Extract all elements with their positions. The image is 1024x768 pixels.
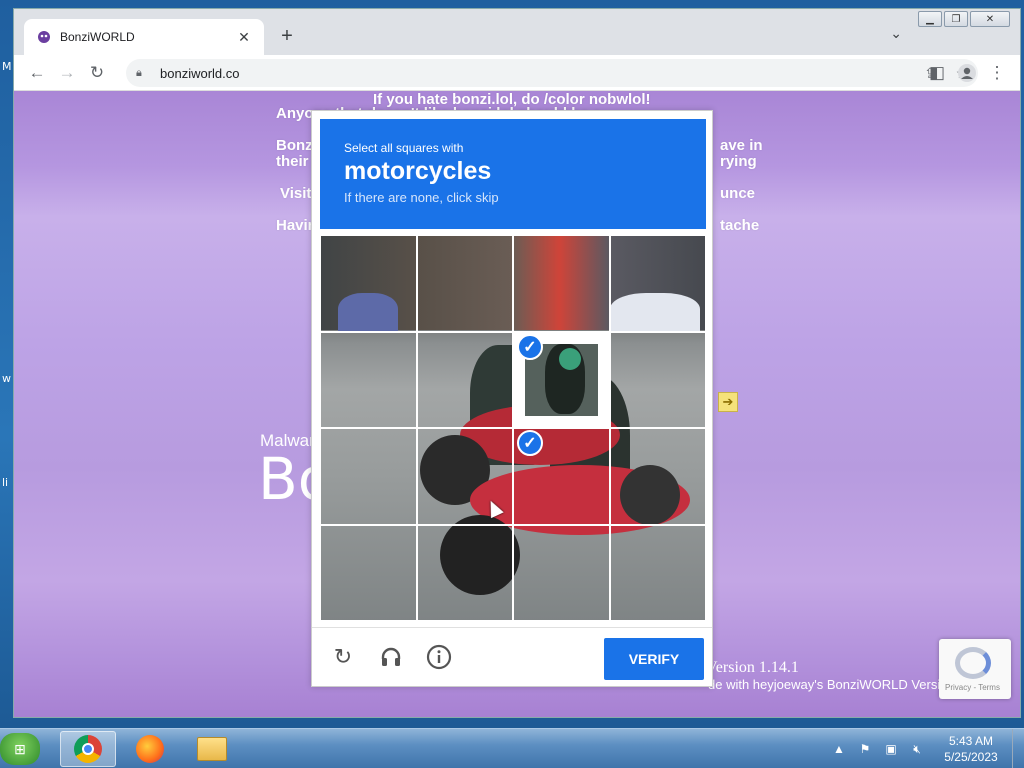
captcha-tile[interactable] [609, 428, 706, 525]
reload-challenge-icon[interactable]: ↻ [328, 642, 358, 672]
captcha-tile[interactable] [320, 428, 417, 525]
folder-icon [197, 737, 227, 761]
reload-icon[interactable]: ↻ [82, 58, 112, 88]
captcha-instruction: Select all squares with [344, 141, 464, 155]
captcha-tile[interactable] [609, 331, 706, 428]
captcha-object: motorcycles [344, 157, 492, 185]
tile-selected-check-icon: ✓ [517, 333, 543, 360]
page-text-line: ave in [720, 137, 763, 154]
recaptcha-terms[interactable]: Privacy - Terms [945, 683, 1000, 692]
tab-close-icon[interactable]: ✕ [236, 29, 252, 46]
captcha-tile[interactable] [416, 524, 513, 621]
taskbar: ⊞ ▲ ⚑ ▣ 🔇︎ 5:43 AM 5/25/2023 [0, 728, 1024, 768]
tab-bonziworld[interactable]: BonziWORLD ✕ [24, 19, 264, 55]
desktop-icon-label-fragment: w [2, 372, 11, 385]
minimize-button[interactable]: ▁ [918, 11, 942, 27]
lock-icon[interactable]: 🔒︎ [136, 67, 150, 80]
clock-date: 5/25/2023 [944, 750, 998, 764]
show-desktop-button[interactable] [1012, 729, 1024, 768]
back-arrow-icon[interactable]: ← [22, 58, 52, 88]
system-tray: ▲ ⚑ ▣ 🔇︎ 5:43 AM 5/25/2023 [826, 729, 1024, 768]
verify-button[interactable]: VERIFY [604, 638, 704, 680]
profile-avatar-icon[interactable] [952, 58, 982, 88]
taskbar-firefox[interactable] [122, 731, 178, 767]
new-tab-button[interactable]: + [274, 23, 300, 49]
page-text-line: rying [720, 153, 757, 170]
menu-dots-icon[interactable]: ⋮ [982, 58, 1012, 88]
tile-selected-check-icon: ✓ [517, 430, 543, 456]
captcha-tile[interactable] [609, 235, 706, 332]
page-text-line: tache [720, 217, 760, 234]
browser-toolbar: ← → ↻ 🔒︎ bonziworld.co ⇪ ☆ ◧ ⋮ [14, 55, 1020, 91]
captcha-tile[interactable] [416, 331, 513, 428]
captcha-hint: If there are none, click skip [344, 190, 499, 205]
page-text-line: their [276, 153, 309, 170]
desktop-icon-label-fragment: li [2, 476, 9, 489]
captcha-tile[interactable] [513, 235, 610, 332]
bonzi-favicon-icon [36, 29, 52, 45]
maximize-button[interactable]: ❐ [944, 11, 968, 27]
info-icon[interactable] [424, 642, 454, 672]
chrome-icon [74, 735, 102, 763]
toolbar-right: ◧ ⋮ [922, 58, 1012, 88]
captcha-tile[interactable] [513, 524, 610, 621]
clock-time: 5:43 AM [948, 734, 994, 748]
window-controls: ▁ ❐ ✕ [916, 11, 1010, 27]
captcha-tile[interactable] [320, 524, 417, 621]
start-button[interactable]: ⊞ [0, 733, 40, 765]
desktop-icon-label-fragment: M [2, 60, 12, 73]
page-text-line: unce [720, 185, 756, 202]
tray-expand-icon[interactable]: ▲ [829, 741, 849, 757]
taskbar-chrome[interactable] [60, 731, 116, 767]
tab-title: BonziWORLD [60, 30, 135, 44]
credit-text: de with heyjoeway's BonziWORLD Versi [708, 677, 941, 692]
captcha-header: Select all squares with motorcycles If t… [320, 119, 706, 229]
captcha-footer: ↻ VERIFY [312, 627, 712, 687]
captcha-tile[interactable] [320, 235, 417, 332]
firefox-icon [136, 735, 164, 763]
clock[interactable]: 5:43 AM 5/25/2023 [936, 733, 1006, 765]
version-text: Version 1.14.1 [706, 659, 799, 676]
forward-arrow-icon[interactable]: → [52, 58, 82, 88]
side-panel-icon[interactable]: ◧ [922, 58, 952, 88]
captcha-tile[interactable] [320, 331, 417, 428]
captcha-tile[interactable] [416, 235, 513, 332]
enter-arrow-button[interactable]: ➔ [718, 392, 738, 412]
page-text-line: Visit [280, 185, 312, 202]
tab-search-chevron-icon[interactable]: ⌄ [890, 25, 902, 42]
close-window-button[interactable]: ✕ [970, 11, 1010, 27]
captcha-challenge: Select all squares with motorcycles If t… [311, 110, 713, 687]
recaptcha-logo-icon [955, 647, 991, 679]
recaptcha-badge[interactable]: Privacy - Terms [939, 639, 1011, 699]
audio-challenge-icon[interactable] [376, 642, 406, 672]
volume-muted-icon[interactable]: 🔇︎ [907, 741, 927, 757]
network-icon[interactable]: ▣ [881, 741, 901, 757]
address-bar[interactable]: 🔒︎ bonziworld.co ⇪ ☆ [126, 59, 978, 87]
tab-strip: BonziWORLD ✕ + ⌄ ▁ ❐ ✕ [14, 9, 1020, 55]
captcha-tile[interactable] [609, 524, 706, 621]
url-text: bonziworld.co [160, 65, 240, 81]
taskbar-explorer[interactable] [184, 731, 240, 767]
action-center-flag-icon[interactable]: ⚑ [855, 741, 875, 757]
